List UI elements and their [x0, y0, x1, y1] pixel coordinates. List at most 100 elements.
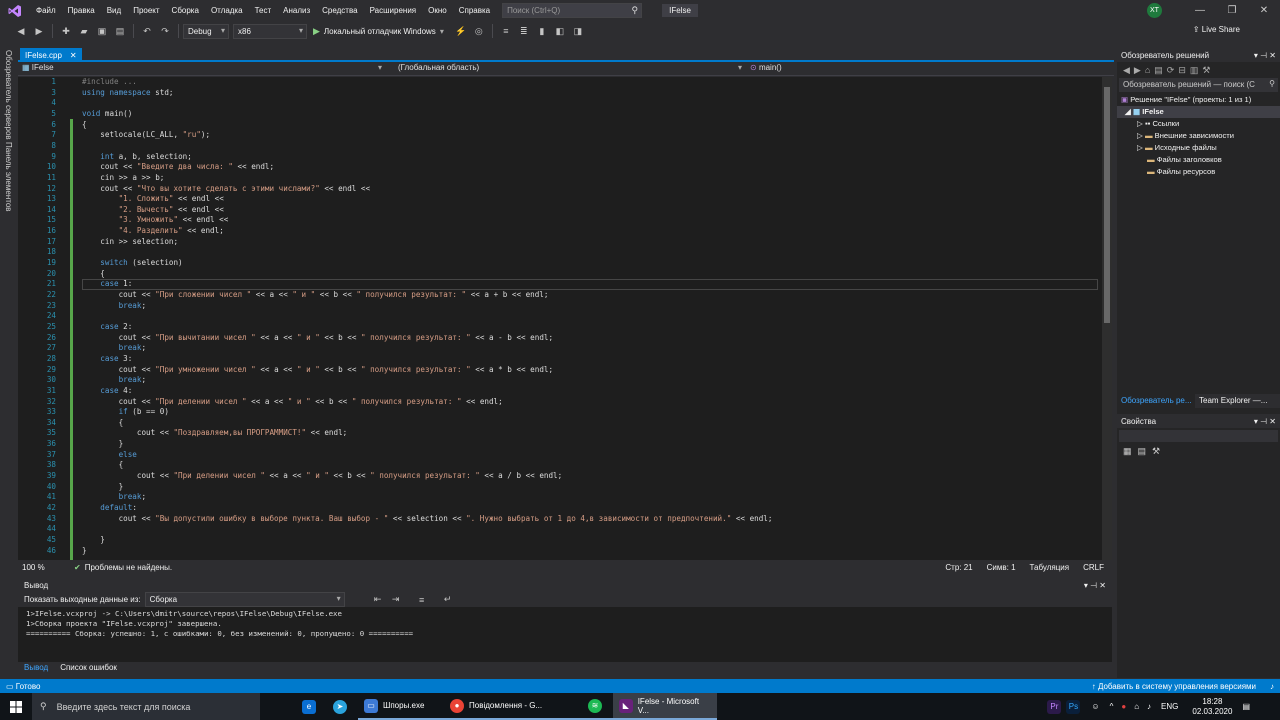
zoom-level[interactable]: 100 %: [18, 563, 58, 572]
save-icon[interactable]: ▣: [95, 24, 109, 38]
tree-solution[interactable]: ▣ Решение "IFelse" (проекты: 1 из 1): [1121, 94, 1251, 106]
show-hidden-icons-icon[interactable]: ^: [1110, 702, 1114, 711]
tree-item[interactable]: ▷ ▬ Внешние зависимости: [1137, 130, 1234, 142]
properties-icon[interactable]: ⚒: [1202, 65, 1210, 76]
code-line[interactable]: 7 setlocale(LC_ALL, "ru");: [18, 130, 1102, 141]
avatar[interactable]: XT: [1147, 3, 1162, 18]
categorized-icon[interactable]: ▦: [1123, 446, 1132, 457]
server-explorer-tab[interactable]: Обозреватель серверов: [4, 50, 13, 140]
back-icon[interactable]: ◀: [14, 24, 28, 38]
code-line[interactable]: 33 if (b == 0): [18, 407, 1102, 418]
code-editor[interactable]: 1 #include ... 3 using namespace std; 4 5 void…: [18, 77, 1102, 560]
tree-item[interactable]: ▬ Файлы ресурсов: [1147, 166, 1215, 178]
bookmark-next-icon[interactable]: ◨: [571, 24, 585, 38]
align-icon[interactable]: ≡: [499, 24, 513, 38]
line-ending[interactable]: CRLF: [1083, 563, 1104, 572]
code-line[interactable]: 13 "1. Сложить" << endl <<: [18, 194, 1102, 205]
start-debugging-button[interactable]: ▶ Локальный отладчик Windows ▾: [313, 26, 444, 37]
maximize-icon[interactable]: ❐: [1216, 5, 1248, 16]
tree-item[interactable]: ▷ ▪▪ Ссылки: [1137, 118, 1179, 130]
code-line[interactable]: 18: [18, 247, 1102, 258]
member-dropdown[interactable]: ⊙ main(): [746, 63, 1096, 75]
code-line[interactable]: 39 cout << "При делении чисел " << a << …: [18, 471, 1102, 482]
code-line[interactable]: 12 cout << "Что вы хотите сделать с этим…: [18, 184, 1102, 195]
redo-icon[interactable]: ↷: [158, 24, 172, 38]
code-line[interactable]: 3 using namespace std;: [18, 88, 1102, 99]
indent-mode[interactable]: Табуляция: [1030, 563, 1070, 572]
code-line[interactable]: 26 cout << "При вычитании чисел " << a <…: [18, 333, 1102, 344]
configuration-select[interactable]: Debug ▾: [183, 23, 229, 39]
word-wrap-icon[interactable]: ↵: [441, 593, 455, 607]
show-all-icon[interactable]: ▥: [1190, 65, 1199, 76]
taskbar-app-shpory[interactable]: ▭ Шпоры.exe: [358, 693, 444, 720]
new-item-icon[interactable]: ✚: [59, 24, 73, 38]
platform-select[interactable]: x86 ▾: [233, 23, 307, 39]
code-line[interactable]: 35 cout << "Поздравляем,вы ПРОГРАММИСТ!"…: [18, 428, 1102, 439]
scrollbar-thumb[interactable]: [1104, 87, 1110, 323]
menu-build[interactable]: Сборка: [166, 0, 205, 21]
code-line[interactable]: 46}: [18, 546, 1102, 557]
code-line[interactable]: 41 break;: [18, 492, 1102, 503]
alphabetical-icon[interactable]: ▤: [1138, 446, 1147, 457]
code-line[interactable]: 19 switch (selection): [18, 258, 1102, 269]
code-line[interactable]: 23 break;: [18, 301, 1102, 312]
menu-test[interactable]: Тест: [249, 0, 278, 21]
menu-project[interactable]: Проект: [127, 0, 165, 21]
close-tab-icon[interactable]: ✕: [70, 51, 77, 60]
action-center-icon[interactable]: ▤: [1242, 702, 1250, 711]
tree-item[interactable]: ▬ Файлы заголовков: [1147, 154, 1222, 166]
code-line[interactable]: 32 cout << "При делении чисел " << a << …: [18, 397, 1102, 408]
code-line[interactable]: 10 cout << "Введите два числа: " << endl…: [18, 162, 1102, 173]
clear-all-icon[interactable]: ≡: [415, 593, 429, 607]
volume-icon[interactable]: ♪: [1147, 702, 1151, 711]
editor-scrollbar[interactable]: [1102, 77, 1112, 560]
toolbox-tab[interactable]: Панель элементов: [4, 142, 13, 212]
telegram-icon[interactable]: ➤: [327, 693, 358, 720]
code-line[interactable]: 31 case 4:: [18, 386, 1102, 397]
screenshot-icon[interactable]: ◎: [472, 24, 486, 38]
close-icon[interactable]: ✕: [1269, 51, 1276, 60]
taskbar-app-chrome[interactable]: ● Повідомлення - G...: [444, 693, 582, 720]
menu-file[interactable]: Файл: [30, 0, 62, 21]
code-line[interactable]: 14 "2. Вычесть" << endl <<: [18, 205, 1102, 216]
properties-object-select[interactable]: [1119, 430, 1278, 442]
notification-icon[interactable]: ♪: [1270, 682, 1274, 691]
tree-project[interactable]: ◢ ▦ IFelse: [1117, 106, 1280, 118]
open-folder-icon[interactable]: ▰: [77, 24, 91, 38]
windows-start-icon[interactable]: [0, 700, 32, 713]
code-line[interactable]: 38 {: [18, 460, 1102, 471]
code-line[interactable]: 40 }: [18, 482, 1102, 493]
code-line[interactable]: 34 {: [18, 418, 1102, 429]
tab-output[interactable]: Вывод: [18, 663, 54, 672]
pin-icon[interactable]: ⊣: [1090, 581, 1099, 590]
goto-prev-icon[interactable]: ⇤: [371, 593, 385, 607]
project-dropdown[interactable]: ▦ IFelse ▾: [18, 63, 386, 75]
menu-edit[interactable]: Правка: [62, 0, 101, 21]
collapse-icon[interactable]: ⊟: [1178, 65, 1186, 76]
tree-item[interactable]: ▷ ▬ Исходные файлы: [1137, 142, 1217, 154]
code-line[interactable]: 11 cin >> a >> b;: [18, 173, 1102, 184]
property-pages-icon[interactable]: ⚒: [1152, 446, 1160, 457]
forward-icon[interactable]: ▶: [32, 24, 46, 38]
bookmark-prev-icon[interactable]: ◧: [553, 24, 567, 38]
back-icon[interactable]: ◀: [1123, 65, 1130, 76]
code-line[interactable]: 5 void main(): [18, 109, 1102, 120]
menu-view[interactable]: Вид: [101, 0, 127, 21]
code-line[interactable]: 16 "4. Разделить" << endl;: [18, 226, 1102, 237]
taskbar-search-input[interactable]: ⚲ Введите здесь текст для поиска: [32, 693, 260, 720]
menu-window[interactable]: Окно: [422, 0, 453, 21]
code-line[interactable]: 25 case 2:: [18, 322, 1102, 333]
issues-text[interactable]: Проблемы не найдены.: [85, 563, 172, 572]
home-icon[interactable]: ⌂: [1145, 65, 1150, 75]
code-line[interactable]: 43 cout << "Вы допустили ошибку в выборе…: [18, 514, 1102, 525]
menu-help[interactable]: Справка: [453, 0, 496, 21]
menu-extensions[interactable]: Расширения: [364, 0, 423, 21]
undo-icon[interactable]: ↶: [140, 24, 154, 38]
pin-icon[interactable]: ⊣: [1260, 51, 1269, 60]
code-line[interactable]: 4: [18, 98, 1102, 109]
pin-icon[interactable]: ⊣: [1260, 417, 1269, 426]
code-line[interactable]: 29 cout << "При умножении чисел " << a <…: [18, 365, 1102, 376]
save-all-icon[interactable]: ▤: [113, 24, 127, 38]
edge-icon[interactable]: e: [296, 693, 327, 720]
antivirus-icon[interactable]: ●: [1121, 702, 1126, 711]
